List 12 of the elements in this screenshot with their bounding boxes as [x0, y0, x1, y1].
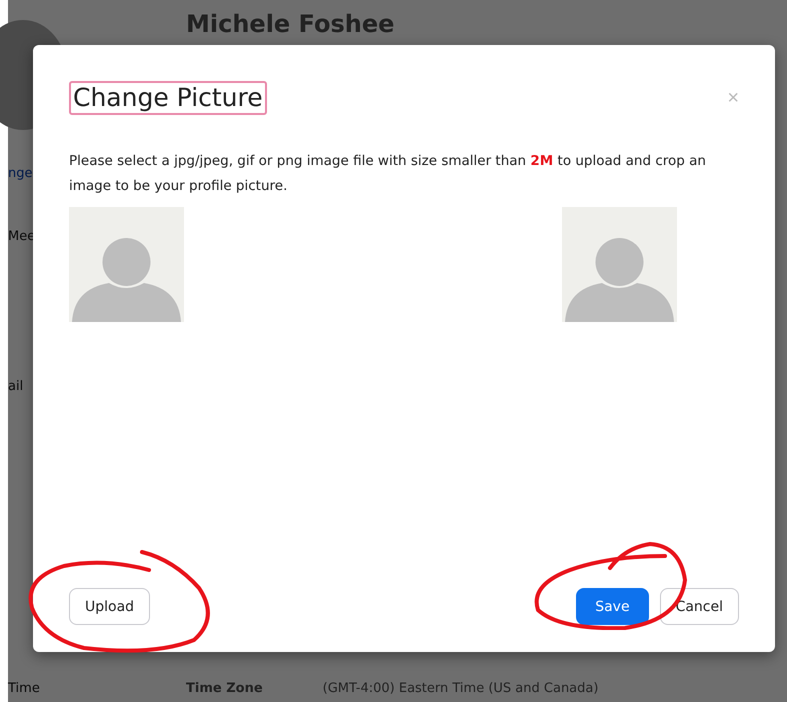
time-zone-label: Time Zone [186, 681, 263, 696]
instructions-text: Please select a jpg/jpeg, gif or png image file with size smaller than 2M to upload and crop an image to be your profile picture. [69, 152, 707, 196]
secondary-button[interactable]: Cancel [660, 588, 739, 625]
secondary-button[interactable]: Upload [69, 588, 150, 625]
avatar-placeholder-icon [562, 207, 677, 322]
primary-button[interactable]: Save [576, 588, 649, 625]
profile-name: Michele Foshee [186, 10, 396, 38]
side-label: ail [8, 379, 24, 395]
dialog-title: Change Picture [69, 81, 267, 115]
avatar-placeholder-icon [69, 207, 184, 322]
side-label: Time [8, 681, 41, 697]
time-zone-value: (GMT-4:00) Eastern Time (US and Canada) [322, 681, 598, 696]
